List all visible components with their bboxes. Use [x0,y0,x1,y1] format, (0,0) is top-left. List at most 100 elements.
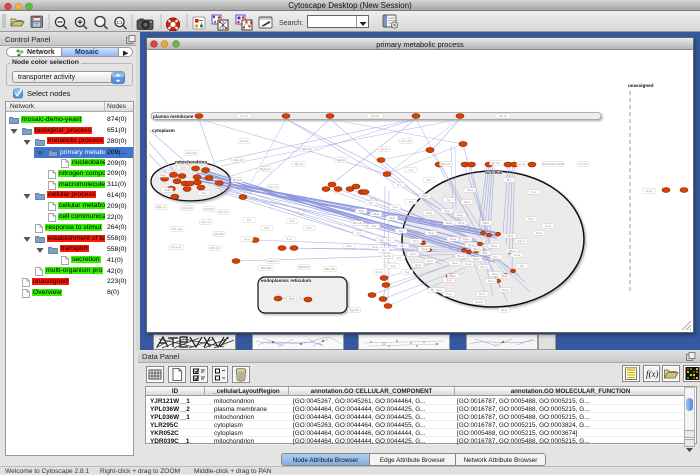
svg-text:M-j: M-j [372,224,376,228]
svg-text:S-f: S-f [423,194,427,198]
svg-text:S(Ra1b): S(Ra1b) [298,265,309,269]
svg-text:Sm-p: Sm-p [480,265,487,269]
svg-text:S(crt/b): S(crt/b) [204,207,214,211]
svg-text:Sq-mb: Sq-mb [353,221,362,225]
svg-text:(S-mb): (S-mb) [401,139,410,143]
svg-text:St-s: St-s [444,209,450,213]
svg-text:Ss-m: Ss-m [458,254,466,258]
svg-text:Sn-c: Sn-c [488,279,495,283]
svg-text:S(r-x-1): S(r-x-1) [171,245,181,249]
svg-text:(G-b): (G-b) [381,147,388,151]
svg-text:G-i: G-i [382,248,386,252]
svg-text:M-q: M-q [501,308,506,312]
svg-text:G-b: G-b [306,226,311,230]
svg-text:Sg-n: Sg-n [463,237,470,241]
svg-text:Sr-m: Sr-m [479,292,486,296]
svg-text:Ss-r: Ss-r [413,239,419,243]
svg-text:G-h: G-h [390,264,395,268]
svg-text:M-i: M-i [401,244,405,248]
svg-text:Sg(a4): Sg(a4) [349,308,358,312]
svg-text:S-k: S-k [359,209,364,213]
svg-text:Sn-a: Sn-a [514,253,521,257]
svg-text:S-mb: S-mb [383,254,390,258]
svg-text:S-m: S-m [286,237,292,241]
svg-text:unassigned: unassigned [628,83,654,88]
svg-text:1:1: 1:1 [116,20,123,25]
svg-text:M-g: M-g [415,263,420,267]
svg-text:Sl-s: Sl-s [528,217,534,221]
svg-text:Mfr-Gb: Mfr-Gb [210,246,220,250]
svg-text:St-s: St-s [452,261,458,265]
svg-text:S-i: S-i [387,238,391,242]
svg-text:M-b: M-b [264,226,269,230]
svg-text:S(m-b): S(m-b) [268,185,277,189]
svg-text:So-f: So-f [421,247,427,251]
svg-text:Sb-a: Sb-a [467,188,474,192]
svg-text:Gn-b: Gn-b [646,189,653,193]
svg-text:Sf-q: Sf-q [458,221,464,225]
svg-text:S-b: S-b [247,218,252,222]
svg-text:Sn-k: Sn-k [536,231,543,235]
svg-text:Mat-1b: Mat-1b [233,158,243,162]
svg-text:S-q: S-q [532,190,537,194]
svg-text:Sp-e: Sp-e [545,224,552,228]
svg-text:f(x): f(x) [646,369,659,379]
svg-text:Sn-a: Sn-a [446,221,453,225]
svg-text:cytoplasm: cytoplasm [152,128,175,133]
svg-text:Sb-a: Sb-a [491,244,498,248]
svg-text:Sxtera2: Sxtera2 [186,151,197,155]
svg-text:M2-18: M2-18 [233,178,242,182]
svg-text:Sn-g: Sn-g [465,262,472,266]
svg-text:Gt-scr: Gt-scr [492,161,500,165]
svg-text:Sk-e: Sk-e [492,272,499,276]
svg-text:S-x: S-x [409,168,414,172]
svg-text:G-q: G-q [446,292,451,296]
svg-text:S-w: S-w [446,278,452,282]
svg-text:S-h: S-h [397,256,402,260]
svg-text:S(tr-b): S(tr-b) [371,114,380,118]
svg-text:Sj-i: Sj-i [520,264,525,268]
svg-text:G-2: G-2 [392,205,397,209]
svg-text:Sq-p: Sq-p [457,213,464,217]
svg-text:S(x-mb): S(x-mb) [172,227,183,231]
svg-text:M(b-Gb): M(b-Gb) [181,206,192,210]
svg-text:S-t: S-t [369,201,373,205]
svg-text:M-b: M-b [372,245,377,249]
svg-text:Gn-mb: Gn-mb [441,162,451,166]
svg-text:(Sx-b): (Sx-b) [240,139,248,143]
svg-text:ter-sc: ter-sc [518,162,526,166]
svg-text:Mfendbl: Mfendbl [261,266,272,270]
svg-text:M-k: M-k [374,212,379,216]
svg-text:M(n-1): M(n-1) [295,162,304,166]
svg-text:S-g: S-g [405,270,410,274]
svg-text:Sq-d: Sq-d [473,257,480,261]
svg-text:M-t: M-t [427,178,431,182]
svg-text:Mfe-Gb: Mfe-Gb [325,267,335,271]
svg-text:S-mb: S-mb [475,300,482,304]
svg-text:Myc: Myc [160,173,166,177]
svg-text:plasma membrane: plasma membrane [153,114,194,119]
svg-text:Sebra-1: Sebra-1 [268,259,279,263]
svg-text:S(r-b): S(r-b) [240,114,248,118]
svg-text:M-f: M-f [409,200,413,204]
svg-text:S(Rr-1): S(Rr-1) [156,205,166,209]
svg-text:M-h: M-h [410,252,415,256]
svg-text:G-k: G-k [390,216,395,220]
svg-text:endoplasmic reticulum: endoplasmic reticulum [261,278,311,283]
svg-text:Sk-a: Sk-a [436,288,443,292]
svg-text:Scx: Scx [201,191,207,195]
svg-text:Gn-mb: Gn-mb [578,162,588,166]
svg-text:Sk-e: Sk-e [450,274,457,278]
svg-text:mitochondrion: mitochondrion [175,160,207,165]
svg-text:Sxb: Sxb [180,166,186,170]
svg-text:Mfa-4(p: Mfa-4(p [302,147,313,151]
svg-text:Gn-b: Gn-b [376,270,383,274]
svg-text:Sd-a: Sd-a [426,211,433,215]
svg-text:Search:: Search: [279,20,303,27]
svg-text:Sn-q: Sn-q [450,237,457,241]
svg-text:G-j: G-j [399,229,403,233]
svg-text:Sq-a: Sq-a [502,288,509,292]
svg-text:Sh-g: Sh-g [507,234,514,238]
svg-text:Mae-1: Mae-1 [289,297,298,301]
svg-text:Sk-q: Sk-q [464,200,471,204]
